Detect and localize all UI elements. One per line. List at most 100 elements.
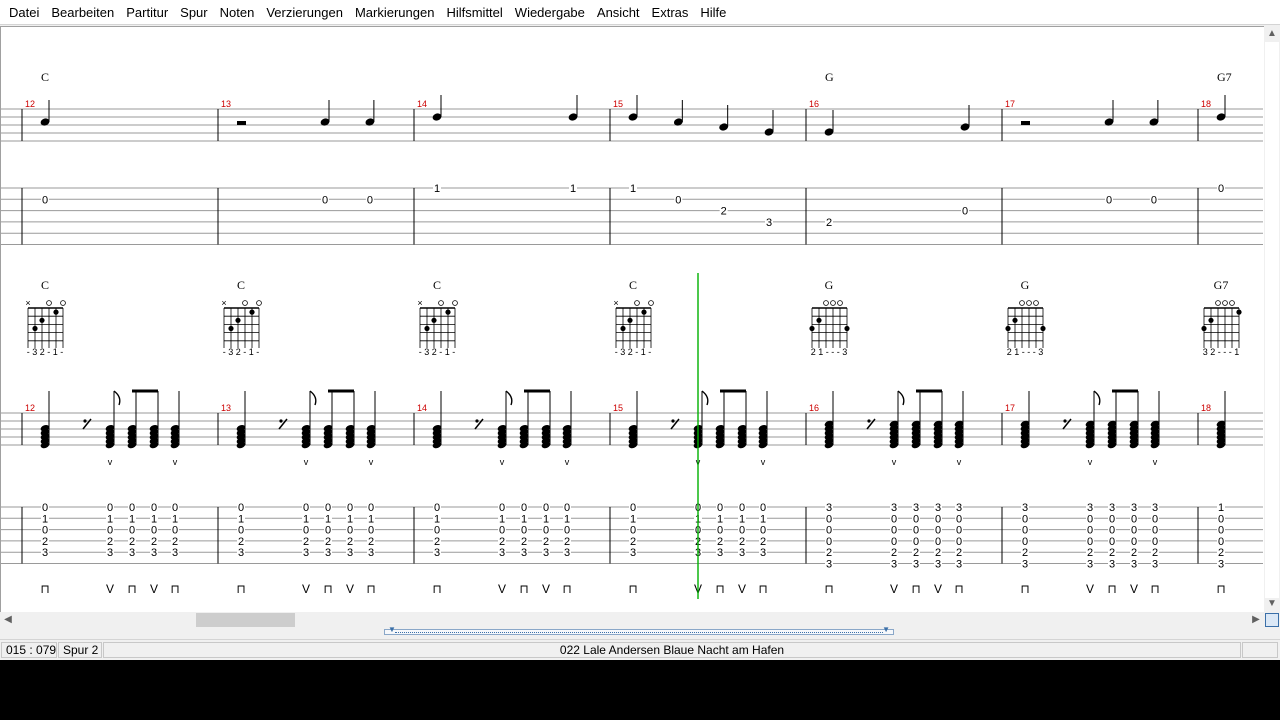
chord-diagram [419, 300, 458, 348]
tab-fret-number: 2 [368, 536, 374, 548]
eighth-flag [897, 390, 905, 406]
tab-fret-number: 0 [1152, 536, 1158, 548]
horizontal-scrollbar[interactable]: ◀ ▶ [0, 612, 1264, 628]
tab-fret-number: 1 [717, 513, 723, 525]
open-string-marker [1019, 300, 1025, 306]
tab-fret-number: 0 [1152, 525, 1158, 537]
tab-fret-number: 2 [1109, 547, 1115, 559]
tab-fret-number: 2 [760, 536, 766, 548]
tab-fret-number: 3 [129, 547, 135, 559]
menu-datei[interactable]: Datei [3, 0, 45, 25]
tab-fret-number: 0 [367, 194, 373, 206]
open-string-marker [452, 300, 458, 306]
menu-ansicht[interactable]: Ansicht [591, 0, 646, 25]
tab-fret-number: 1 [739, 513, 745, 525]
tab-fret-number: 0 [151, 525, 157, 537]
tab-fret-number: 1 [434, 183, 440, 195]
tab-fret-number: 0 [935, 525, 941, 537]
tab-fret-number: 1 [564, 513, 570, 525]
chord-name: G [825, 278, 834, 292]
pick-downstroke: ⊓ [1216, 582, 1225, 596]
tab-fret-number: 3 [760, 547, 766, 559]
tab-fret-number: 2 [521, 536, 527, 548]
menu-hilfe[interactable]: Hilfe [694, 0, 732, 25]
eighth-flag [113, 390, 121, 406]
tab-fret-number: 0 [1022, 536, 1028, 548]
measure-number: 15 [613, 403, 623, 413]
tab-fret-number: 3 [935, 502, 941, 514]
menu-markierungen[interactable]: Markierungen [349, 0, 441, 25]
tab-fret-number: 0 [42, 525, 48, 537]
chord-fingering: - 3 2 - 1 - [27, 347, 64, 357]
menu-wiedergabe[interactable]: Wiedergabe [509, 0, 591, 25]
menu-extras[interactable]: Extras [646, 0, 695, 25]
score-view[interactable]: 12 C 0 13 0 0 14 1 1 15 1 0 2 3 16 G 2 0 17 0 0 18 G7 0 C × - 3 2 … [0, 26, 1264, 612]
open-string-marker [242, 300, 248, 306]
muted-string-marker: × [417, 298, 422, 308]
vertical-scroll-thumb[interactable] [1265, 42, 1279, 598]
vertical-scrollbar[interactable]: ▲ ▼ [1264, 26, 1280, 612]
status-song-title: 022 Lale Andersen Blaue Nacht am Hafen [103, 642, 1241, 658]
chord-name: C [237, 278, 245, 292]
tab-fret-number: 0 [1087, 525, 1093, 537]
menu-bearbeiten[interactable]: Bearbeiten [45, 0, 120, 25]
tab-fret-number: 3 [172, 547, 178, 559]
tab-fret-number: 0 [1218, 183, 1224, 195]
tab-fret-number: 0 [347, 525, 353, 537]
menu-verzierungen[interactable]: Verzierungen [260, 0, 349, 25]
scroll-right-icon[interactable]: ▶ [1248, 612, 1264, 628]
open-string-marker [1033, 300, 1039, 306]
pick-upstroke: V [106, 582, 114, 596]
eighth-flag [309, 390, 317, 406]
tab-fret-number: 0 [521, 502, 527, 514]
menu-partitur[interactable]: Partitur [120, 0, 174, 25]
muted-string-marker: × [613, 298, 618, 308]
menu-spur[interactable]: Spur [174, 0, 213, 25]
pick-downstroke: ⊓ [127, 582, 136, 596]
chord-finger-dot [228, 325, 234, 332]
tab-fret-number: 3 [499, 547, 505, 559]
measure-number: 12 [25, 403, 35, 413]
magnifier-icon [1265, 613, 1279, 627]
pick-upstroke: V [1130, 582, 1138, 596]
eighth-rest-dot [1063, 419, 1067, 423]
tab-fret-number: 0 [891, 513, 897, 525]
chord-fingering: - 3 2 - 1 - [419, 347, 456, 357]
tab-fret-number: 3 [1022, 502, 1028, 514]
pick-downstroke: ⊓ [562, 582, 571, 596]
tab-fret-number: 2 [1022, 547, 1028, 559]
tab-fret-number: 0 [630, 525, 636, 537]
tab-fret-number: 0 [675, 194, 681, 206]
accent-mark: v [173, 457, 178, 467]
panel-splitter[interactable]: ▼ ▼ [384, 625, 894, 635]
chord-finger-dot [1236, 309, 1242, 315]
pick-downstroke: ⊓ [954, 582, 963, 596]
menu-hilfsmittel[interactable]: Hilfsmittel [440, 0, 508, 25]
tab-fret-number: 0 [935, 536, 941, 548]
open-string-marker [823, 300, 829, 306]
tab-fret-number: 0 [564, 502, 570, 514]
tab-fret-number: 0 [630, 502, 636, 514]
scroll-down-icon[interactable]: ▼ [1264, 596, 1280, 612]
open-string-marker [1215, 300, 1221, 306]
tab-fret-number: 0 [962, 206, 968, 218]
tab-fret-number: 0 [1131, 536, 1137, 548]
chord-diagram [1201, 300, 1242, 348]
tab-fret-number: 0 [238, 502, 244, 514]
tab-fret-number: 2 [630, 536, 636, 548]
chord-name: G [825, 70, 834, 84]
tab-fret-number: 0 [1218, 536, 1224, 548]
horizontal-scroll-thumb[interactable] [196, 613, 295, 627]
pick-downstroke: ⊓ [366, 582, 375, 596]
pick-downstroke: ⊓ [323, 582, 332, 596]
score-canvas[interactable]: 12C0130 0141 115102316G20170 018G70C×- 3 2 … [1, 27, 1263, 611]
scroll-left-icon[interactable]: ◀ [0, 612, 16, 628]
tab-fret-number: 3 [913, 502, 919, 514]
zoom-button[interactable] [1264, 612, 1280, 628]
chord-finger-dot [641, 309, 647, 315]
status-track: Spur 2 [58, 642, 102, 658]
tab-fret-number: 0 [151, 502, 157, 514]
menu-noten[interactable]: Noten [214, 0, 261, 25]
chord-finger-dot [809, 325, 815, 332]
scroll-up-icon[interactable]: ▲ [1264, 26, 1280, 42]
